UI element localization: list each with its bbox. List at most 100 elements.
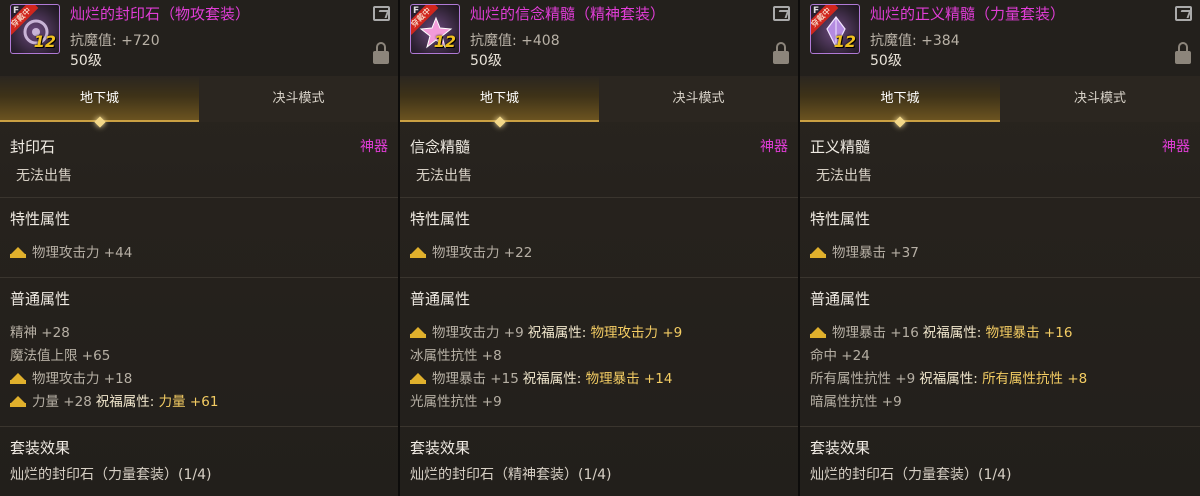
item-icon[interactable]: 穿戴中 F 12 [810,4,860,54]
attribute-row: 暗属性抗性 +9 [810,391,1190,414]
divider [400,197,798,198]
attribute-row: 命中 +24 [810,345,1190,368]
set-name: 灿烂的封印石（精神套装）(1/4) [410,467,612,483]
trade-restriction: 无法出售 [16,168,72,184]
attribute-row: 物理攻击力 +44 [10,242,388,265]
item-level: 50级 [870,53,902,69]
normal-attributes-list: 精神 +28 魔法值上限 +65 物理攻击力 +18 力量 +28 祝福属性: 力量 +… [10,322,388,414]
grade-label: 12 [433,32,456,51]
rarity-label: 神器 [360,139,388,155]
attribute-text: 物理攻击力 +44 [32,245,133,261]
share-icon[interactable] [1175,6,1192,21]
divider [400,277,798,278]
attribute-text: 物理暴击 +15 [432,371,519,387]
attribute-row: 物理攻击力 +18 [10,368,388,391]
mode-tabs: 地下城 决斗模式 [0,76,398,128]
divider [800,197,1200,198]
item-type-row: 封印石 神器 [10,136,388,157]
attribute-row: 所有属性抗性 +9 祝福属性: 所有属性抗性 +8 [810,368,1190,391]
active-tab-indicator [894,116,906,128]
special-attributes-title: 特性属性 [10,210,71,228]
trade-restriction: 无法出售 [416,168,472,184]
attribute-text: 光属性抗性 +9 [410,394,502,410]
divider [0,277,398,278]
share-icon[interactable] [373,6,390,21]
attribute-row: 魔法值上限 +65 [10,345,388,368]
crown-icon [410,373,426,384]
rank-label: F [813,6,820,16]
tooltip-compare-container: 穿戴中 F 12 灿烂的封印石（物攻套装） 抗魔值: +720 50级 地下城 … [0,0,1200,496]
blessing-attribute: 祝福属性: 力量 +61 [96,394,219,410]
item-name: 灿烂的信念精髓（精神套装） [470,5,666,23]
blessing-value: 物理攻击力 +9 [590,325,683,341]
active-tab-indicator [493,116,506,128]
attribute-row: 物理攻击力 +9 祝福属性: 物理攻击力 +9 [410,322,788,345]
item-header: 穿戴中 F 12 灿烂的信念精髓（精神套装） 抗魔值: +408 50级 [400,0,798,76]
tab-pvp[interactable]: 决斗模式 [1000,76,1200,122]
attribute-text: 物理暴击 +37 [832,245,919,261]
crown-icon [10,396,26,407]
tab-pvp[interactable]: 决斗模式 [599,76,798,122]
attribute-text: 魔法值上限 +65 [10,348,111,364]
tab-dungeon[interactable]: 地下城 [800,76,1000,128]
attribute-text: 物理攻击力 +18 [32,371,133,387]
tab-dungeon[interactable]: 地下城 [0,76,199,128]
tab-pvp[interactable]: 决斗模式 [199,76,398,122]
magic-resist-value: 抗魔值: +384 [870,33,960,49]
rank-label: F [13,6,20,16]
attribute-row: 光属性抗性 +9 [410,391,788,414]
grade-label: 12 [833,32,856,51]
blessing-label: 祝福属性: [922,325,982,341]
divider [800,426,1200,427]
divider [0,426,398,427]
blessing-value: 力量 +61 [158,394,219,410]
blessing-label: 祝福属性: [522,371,582,387]
item-tooltip-panel: 穿戴中 F 12 灿烂的封印石（物攻套装） 抗魔值: +720 50级 地下城 … [0,0,400,496]
attribute-text: 物理攻击力 +9 [432,325,524,341]
normal-attributes-list: 物理攻击力 +9 祝福属性: 物理攻击力 +9 冰属性抗性 +8 物理暴击 +15 祝福… [410,322,788,414]
lock-icon[interactable] [773,42,789,64]
normal-attributes-title: 普通属性 [10,290,71,308]
normal-attributes-title: 普通属性 [410,290,471,308]
normal-attributes-list: 物理暴击 +16 祝福属性: 物理暴击 +16 命中 +24 所有属性抗性 +9 祝福属… [810,322,1190,414]
active-tab-indicator [93,116,106,128]
attribute-row: 物理暴击 +16 祝福属性: 物理暴击 +16 [810,322,1190,345]
attribute-text: 物理暴击 +16 [832,325,919,341]
blessing-value: 物理暴击 +14 [585,371,673,387]
attribute-text: 所有属性抗性 +9 [810,371,916,387]
special-attributes-title: 特性属性 [410,210,471,228]
attribute-row: 物理暴击 +15 祝福属性: 物理暴击 +14 [410,368,788,391]
crown-icon [10,373,26,384]
item-details: 封印石 神器 无法出售 特性属性 物理攻击力 +44 普通属性 精神 +28 魔法… [0,136,398,484]
attribute-row: 物理暴击 +37 [810,242,1190,265]
blessing-attribute: 祝福属性: 物理暴击 +16 [923,325,1073,341]
blessing-label: 祝福属性: [95,394,155,410]
crown-icon [10,247,26,258]
divider [800,277,1200,278]
lock-icon[interactable] [373,42,389,64]
attribute-row: 力量 +28 祝福属性: 力量 +61 [10,391,388,414]
special-attributes-list: 物理暴击 +37 [810,242,1190,265]
blessing-attribute: 祝福属性: 物理暴击 +14 [523,371,673,387]
blessing-label: 祝福属性: [919,371,978,387]
attribute-text: 冰属性抗性 +8 [410,348,502,364]
item-type: 正义精髓 [810,138,871,156]
crown-icon [810,327,826,338]
special-attributes-list: 物理攻击力 +44 [10,242,388,265]
item-level: 50级 [70,53,102,69]
mode-tabs: 地下城 决斗模式 [800,76,1200,128]
divider [0,197,398,198]
share-icon[interactable] [773,6,790,21]
magic-resist-value: 抗魔值: +720 [70,33,160,49]
item-name: 灿烂的正义精髓（力量套装） [870,5,1066,23]
tab-dungeon[interactable]: 地下城 [400,76,599,128]
item-icon[interactable]: 穿戴中 F 12 [410,4,460,54]
blessing-label: 祝福属性: [527,325,587,341]
item-icon[interactable]: 穿戴中 F 12 [10,4,60,54]
blessing-attribute: 祝福属性: 所有属性抗性 +8 [919,371,1087,387]
attribute-row: 物理攻击力 +22 [410,242,788,265]
item-details: 正义精髓 神器 无法出售 特性属性 物理暴击 +37 普通属性 物理暴击 +16… [800,136,1200,484]
lock-icon[interactable] [1175,42,1191,64]
item-tooltip-panel: 穿戴中 F 12 灿烂的信念精髓（精神套装） 抗魔值: +408 50级 地下城… [400,0,800,496]
attribute-text: 物理攻击力 +22 [432,245,533,261]
